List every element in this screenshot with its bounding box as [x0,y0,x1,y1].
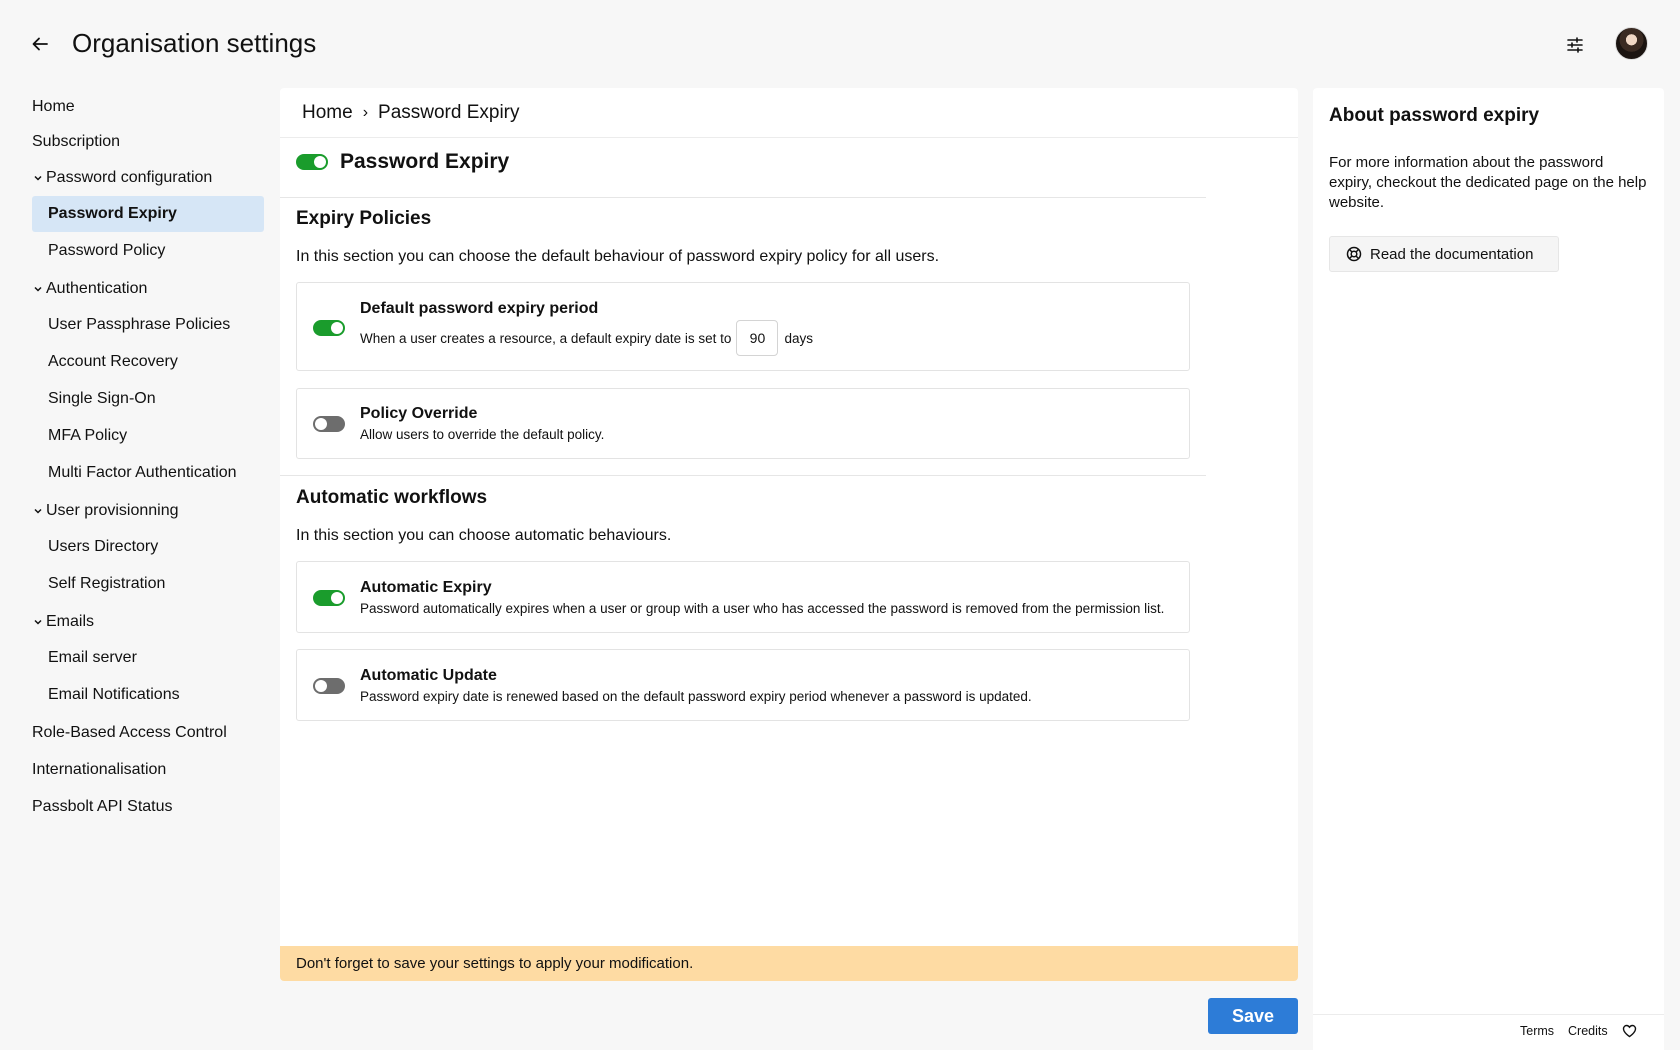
default-expiry-period-title: Default password expiry period [360,300,599,317]
feature-enable-toggle[interactable] [296,154,328,170]
unsaved-warning-banner: Don't forget to save your settings to ap… [280,946,1298,981]
avatar[interactable] [1615,27,1648,60]
sidebar-item-mfa-policy[interactable]: MFA Policy [32,418,264,454]
footer-links: Terms Credits [1520,1024,1637,1038]
automatic-expiry-description: Password automatically expires when a us… [360,601,1165,616]
page-title: Organisation settings [72,28,317,58]
sidebar-item-password-policy[interactable]: Password Policy [32,233,264,269]
divider [280,475,1206,476]
top-bar: Organisation settings [0,0,1680,88]
automatic-update-card: Automatic Update Password expiry date is… [296,649,1190,721]
expiry-policies-title: Expiry Policies [296,208,432,229]
breadcrumb-separator: › [362,103,369,121]
workflows-description: In this section you can choose automatic… [296,527,672,544]
expiry-days-input[interactable] [736,320,779,356]
sidebar-group-authentication[interactable]: Authentication [30,271,147,307]
help-panel: About password expiry For more informati… [1313,88,1664,1050]
policy-override-toggle[interactable] [313,416,345,432]
sidebar-item-password-expiry[interactable]: Password Expiry [32,196,264,232]
policy-override-card: Policy Override Allow users to override … [296,388,1190,459]
credits-link[interactable]: Credits [1568,1024,1608,1038]
automatic-update-description: Password expiry date is renewed based on… [360,689,1032,704]
heart-icon[interactable] [1622,1024,1637,1038]
feature-title: Password Expiry [340,150,510,173]
default-expiry-period-description: When a user creates a resource, a defaul… [360,320,813,356]
sidebar-group-password-configuration[interactable]: Password configuration [30,160,212,196]
automatic-update-toggle[interactable] [313,678,345,694]
sidebar-item-email-notifications[interactable]: Email Notifications [32,677,264,713]
settings-filter-button[interactable] [1562,32,1588,58]
read-documentation-label: Read the documentation [1370,245,1534,263]
feature-header: Password Expiry [296,150,509,174]
policy-override-description: Allow users to override the default poli… [360,427,605,442]
help-panel-text: For more information about the password … [1329,154,1647,211]
expiry-policies-description: In this section you can choose the defau… [296,248,940,265]
chevron-down-icon [30,170,46,186]
policy-override-title: Policy Override [360,405,478,422]
automatic-expiry-card: Automatic Expiry Password automatically … [296,561,1190,633]
back-button[interactable] [28,32,52,56]
terms-link[interactable]: Terms [1520,1024,1554,1038]
chevron-down-icon [30,281,46,297]
default-expiry-period-toggle[interactable] [313,320,345,336]
breadcrumb: Home › Password Expiry [280,88,1298,138]
sidebar-item-rbac[interactable]: Role-Based Access Control [32,715,227,751]
workflows-title: Automatic workflows [296,487,488,508]
read-documentation-button[interactable]: Read the documentation [1329,236,1559,272]
sliders-icon [1567,37,1583,53]
sidebar-group-user-provisionning[interactable]: User provisionning [30,493,179,529]
divider [1313,1014,1664,1015]
breadcrumb-home[interactable]: Home [302,102,353,124]
chevron-down-icon [30,503,46,519]
sidebar-group-emails[interactable]: Emails [30,604,94,640]
breadcrumb-current[interactable]: Password Expiry [378,102,520,124]
main-panel: Home › Password Expiry Password Expiry E… [280,88,1298,981]
sidebar-item-internationalisation[interactable]: Internationalisation [32,752,166,788]
save-button[interactable]: Save [1208,998,1298,1034]
sidebar-item-api-status[interactable]: Passbolt API Status [32,789,173,825]
default-expiry-period-card: Default password expiry period When a us… [296,282,1190,371]
sidebar-item-users-directory[interactable]: Users Directory [32,529,264,565]
sidebar-item-email-server[interactable]: Email server [32,640,264,676]
sidebar-item-self-registration[interactable]: Self Registration [32,566,264,602]
sidebar-item-single-sign-on[interactable]: Single Sign-On [32,381,264,417]
sidebar-item-multi-factor-authentication[interactable]: Multi Factor Authentication [32,455,264,491]
automatic-expiry-title: Automatic Expiry [360,579,492,596]
chevron-down-icon [30,614,46,630]
sidebar-item-account-recovery[interactable]: Account Recovery [32,344,264,380]
help-panel-title: About password expiry [1329,105,1540,126]
automatic-update-title: Automatic Update [360,667,497,684]
sidebar-item-subscription[interactable]: Subscription [32,124,120,160]
sidebar-item-home[interactable]: Home [32,89,75,125]
arrow-left-icon [32,37,48,51]
life-ring-icon [1346,246,1362,262]
sidebar-item-user-passphrase-policies[interactable]: User Passphrase Policies [32,307,264,343]
divider [280,197,1206,198]
automatic-expiry-toggle[interactable] [313,590,345,606]
